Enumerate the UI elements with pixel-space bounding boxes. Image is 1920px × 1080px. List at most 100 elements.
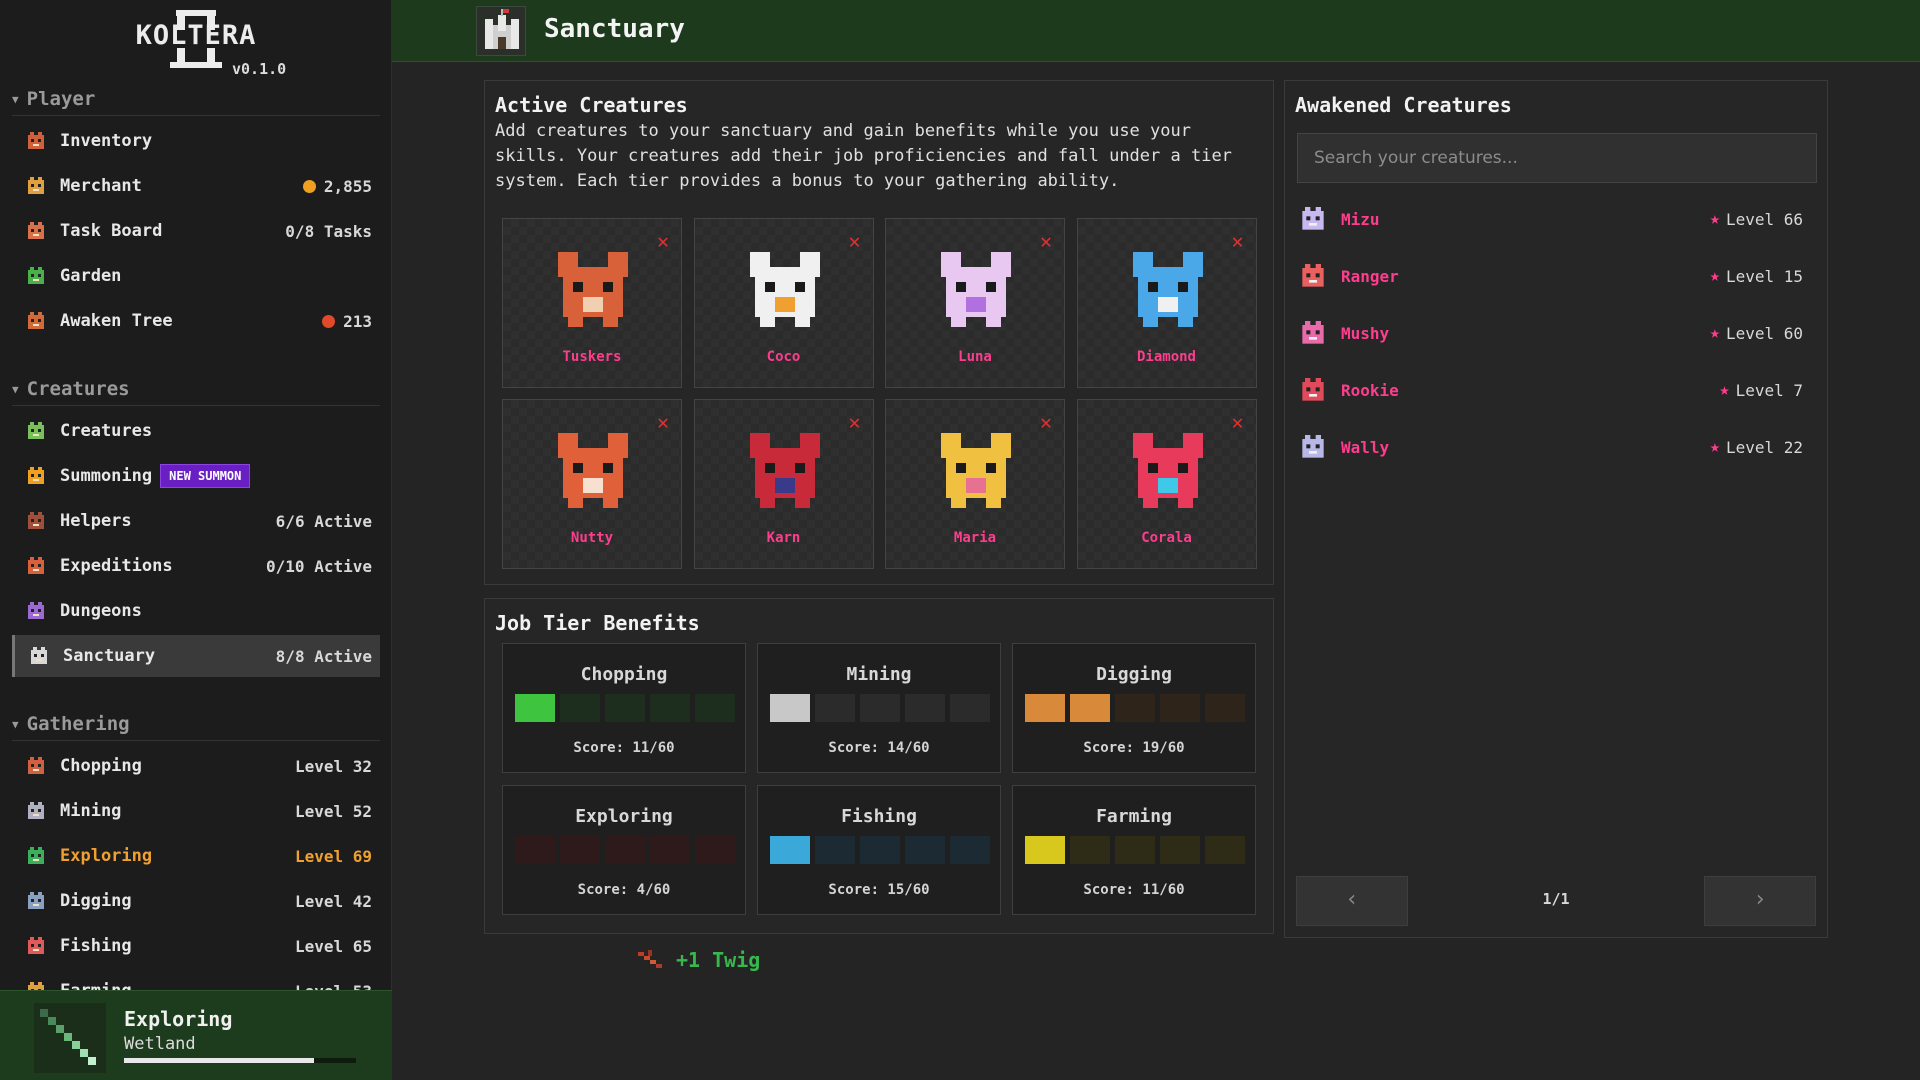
- sidebar-item-helpers[interactable]: Helpers 6/6 Active: [12, 500, 380, 542]
- tier-progress: [770, 694, 990, 722]
- tier-cell: [905, 694, 945, 722]
- remove-creature-button[interactable]: ✕: [848, 229, 860, 253]
- active-creatures-title: Active Creatures: [495, 93, 688, 117]
- tier-cell: [815, 694, 855, 722]
- awakened-creature-name: Mizu: [1341, 209, 1380, 229]
- creature-card[interactable]: ✕ Luna: [885, 218, 1065, 388]
- awakened-creature-row[interactable]: Mushy ★ Level 60: [1297, 313, 1817, 353]
- creature-avatar: [1297, 203, 1329, 235]
- tier-cell: [905, 836, 945, 864]
- next-page-button[interactable]: ›: [1704, 876, 1816, 926]
- star-icon: [24, 464, 48, 488]
- tier-name: Mining: [846, 664, 912, 685]
- current-activity[interactable]: Exploring Wetland: [0, 990, 392, 1080]
- sidebar-item-creatures[interactable]: Creatures: [12, 410, 380, 452]
- creature-portrait: [543, 237, 643, 337]
- creature-card[interactable]: ✕ Nutty: [502, 399, 682, 569]
- new-summon-badge: NEW SUMMON: [160, 464, 251, 488]
- activity-title: Exploring: [124, 1007, 233, 1031]
- tier-cell: [605, 694, 645, 722]
- remove-creature-button[interactable]: ✕: [1231, 229, 1243, 253]
- awakened-creature-row[interactable]: Ranger ★ Level 15: [1297, 256, 1817, 296]
- sidebar-item-garden[interactable]: Garden: [12, 255, 380, 297]
- caret-down-icon: ▼: [12, 718, 19, 731]
- awakened-creature-row[interactable]: Mizu ★ Level 66: [1297, 199, 1817, 239]
- creature-card[interactable]: ✕ Corala: [1076, 399, 1257, 569]
- tier-score: Score: 15/60: [828, 882, 930, 898]
- sidebar-item-mining[interactable]: Mining Level 52: [12, 790, 380, 832]
- remove-creature-button[interactable]: ✕: [657, 229, 669, 253]
- creature-card[interactable]: ✕ Tuskers: [502, 218, 682, 388]
- awakened-creature-name: Mushy: [1341, 323, 1390, 343]
- remove-creature-button[interactable]: ✕: [657, 410, 669, 434]
- section-player[interactable]: ▼ Player: [12, 88, 380, 116]
- tier-score: Score: 14/60: [828, 740, 930, 756]
- job-tier-panel: Job Tier Benefits Chopping Score: 11/60 M…: [484, 598, 1274, 934]
- sidebar-item-label: Dungeons: [60, 601, 142, 621]
- sidebar-item-exploring[interactable]: Exploring Level 69: [12, 835, 380, 877]
- sidebar-item-value: Level 69: [294, 846, 372, 866]
- creature-portrait: [735, 237, 835, 337]
- remove-creature-button[interactable]: ✕: [1040, 410, 1052, 434]
- sidebar-item-chopping[interactable]: Chopping Level 32: [12, 745, 380, 787]
- sidebar-item-fishing[interactable]: Fishing Level 65: [12, 925, 380, 967]
- sidebar-item-merchant[interactable]: Merchant 2,855: [12, 165, 380, 207]
- section-gathering-label: Gathering: [26, 713, 130, 735]
- creature-card[interactable]: ✕ Karn: [693, 399, 874, 569]
- tier-cell: [695, 836, 735, 864]
- sidebar-item-sanctuary[interactable]: Sanctuary 8/8 Active: [12, 635, 380, 677]
- tier-cell: [815, 836, 855, 864]
- section-creatures[interactable]: ▼ Creatures: [12, 378, 380, 406]
- sidebar-item-label: Garden: [60, 266, 122, 286]
- sidebar-item-expeditions[interactable]: Expeditions 0/10 Active: [12, 545, 380, 587]
- tier-cell: [770, 694, 810, 722]
- creature-name: Karn: [766, 530, 801, 546]
- tier-cell: [605, 836, 645, 864]
- app-name: KOLTERA: [135, 20, 257, 51]
- section-gathering[interactable]: ▼ Gathering: [12, 713, 380, 741]
- tier-card-chopping: Chopping Score: 11/60: [502, 643, 746, 773]
- creature-search-input[interactable]: [1297, 133, 1817, 183]
- creature-card[interactable]: ✕ Maria: [885, 399, 1065, 569]
- tier-progress: [515, 694, 735, 722]
- remove-creature-button[interactable]: ✕: [1231, 410, 1243, 434]
- twig-icon: [638, 950, 662, 968]
- awakened-creature-row[interactable]: Rookie ★ Level 7: [1297, 370, 1817, 410]
- creature-card[interactable]: ✕ Coco: [693, 218, 874, 388]
- sidebar-item-value: 6/6 Active: [275, 511, 372, 531]
- prev-page-button[interactable]: ‹: [1296, 876, 1408, 926]
- creature-card[interactable]: ✕ Diamond: [1076, 218, 1257, 388]
- awakened-creature-name: Rookie: [1341, 380, 1399, 400]
- sidebar-item-digging[interactable]: Digging Level 42: [12, 880, 380, 922]
- sidebar-item-inventory[interactable]: Inventory: [12, 120, 380, 162]
- section-creatures-label: Creatures: [26, 378, 130, 400]
- castle-icon: [27, 644, 51, 668]
- page-indicator: 1/1: [1542, 890, 1570, 908]
- creature-name: Nutty: [570, 530, 614, 546]
- tier-cell: [1025, 694, 1065, 722]
- tier-cell: [1160, 694, 1200, 722]
- caret-down-icon: ▼: [12, 93, 19, 106]
- tier-cell: [1070, 694, 1110, 722]
- active-creatures-description: Add creatures to your sanctuary and gain…: [495, 121, 1232, 191]
- shovel-icon: [24, 889, 48, 913]
- tier-cell: [1160, 836, 1200, 864]
- sidebar-item-summoning[interactable]: Summoning NEW SUMMON: [12, 455, 380, 497]
- sidebar: KOLTERA v0.1.0 ▼ Player Inventory Merchan…: [0, 0, 392, 1080]
- page-title: Sanctuary: [544, 14, 685, 44]
- tree-icon: [24, 309, 48, 333]
- remove-creature-button[interactable]: ✕: [1040, 229, 1052, 253]
- awakened-creature-name: Ranger: [1341, 266, 1399, 286]
- creature-avatar: [1297, 374, 1329, 406]
- sidebar-item-dungeons[interactable]: Dungeons: [12, 590, 380, 632]
- tier-score: Score: 19/60: [1083, 740, 1185, 756]
- creature-name: Coco: [766, 349, 801, 365]
- remove-creature-button[interactable]: ✕: [848, 410, 860, 434]
- sidebar-item-task-board[interactable]: Task Board 0/8 Tasks: [12, 210, 380, 252]
- sidebar-item-awaken-tree[interactable]: Awaken Tree 213: [12, 300, 380, 342]
- awakened-creature-row[interactable]: Wally ★ Level 22: [1297, 427, 1817, 467]
- section-player-label: Player: [26, 88, 96, 110]
- tier-cell: [1205, 836, 1245, 864]
- scroll-icon: [24, 219, 48, 243]
- tier-cell: [1115, 836, 1155, 864]
